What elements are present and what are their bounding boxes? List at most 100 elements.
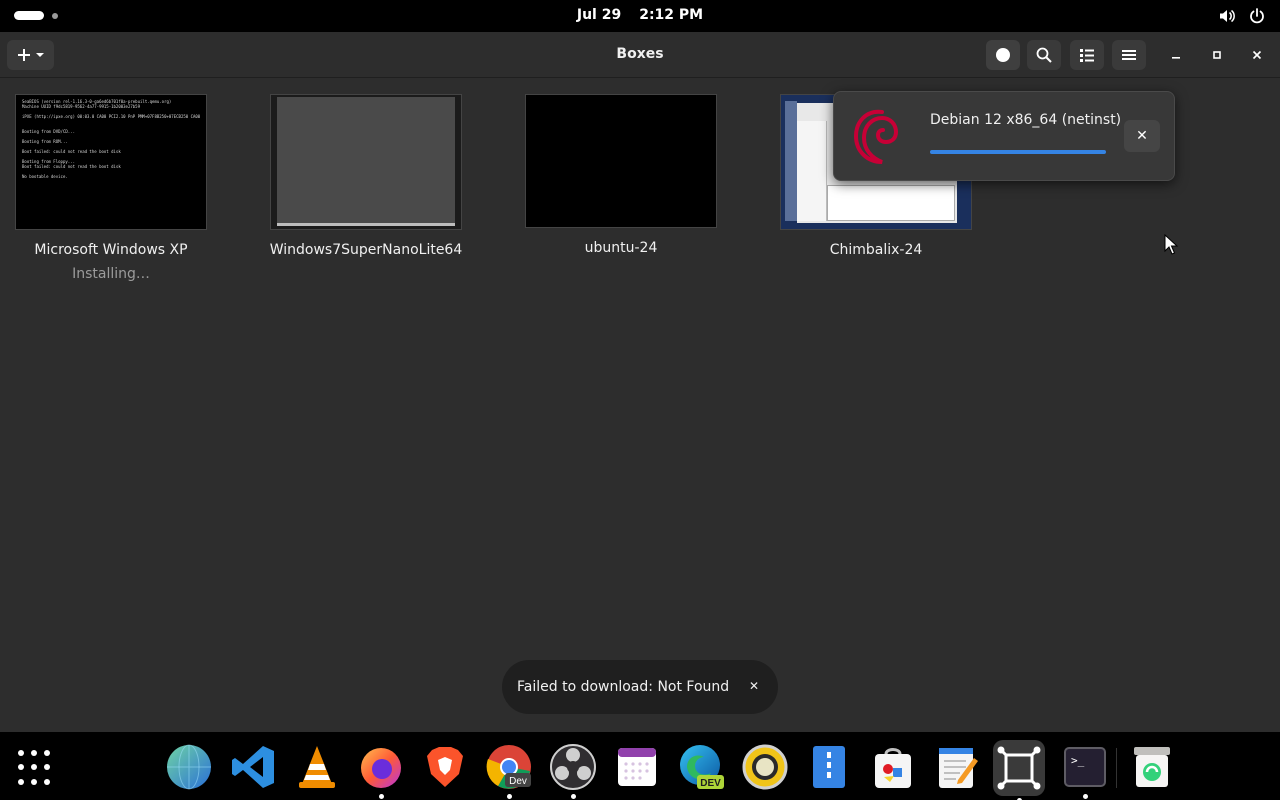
dock-app-edge-dev[interactable]: DEV (675, 742, 727, 792)
firefox-icon (361, 748, 401, 788)
grid-dot (44, 750, 50, 756)
dock-separator (1116, 748, 1117, 788)
minimize-button[interactable] (1166, 45, 1186, 65)
grid-dot (44, 778, 50, 785)
sidebar-preview (797, 121, 827, 221)
box-status: Installing… (72, 266, 150, 282)
box-item[interactable]: Windows7SuperNanoLite64 (269, 94, 463, 258)
console-output: SeaBIOS (version rel-1.16.3-0-ga6ed6b701… (22, 99, 201, 179)
box-thumbnail[interactable]: SeaBIOS (version rel-1.16.3-0-ga6ed6b701… (15, 94, 207, 230)
grid-dot (18, 764, 24, 771)
dock-app-web-browser[interactable] (163, 742, 215, 792)
shopping-bag-icon (875, 748, 911, 788)
chrome-dev-icon: Dev (486, 745, 531, 789)
chrome-dev-badge: Dev (509, 776, 527, 787)
edge-dev-badge: DEV (700, 778, 721, 789)
minimize-icon (1172, 57, 1180, 59)
close-icon (1252, 50, 1262, 60)
main-menu-button[interactable] (1112, 40, 1146, 70)
grid-dot (31, 750, 37, 756)
desktop-preview (785, 101, 797, 221)
dock-app-boxes[interactable] (993, 740, 1045, 800)
dialog-preview (827, 185, 955, 221)
download-progress-fill (930, 150, 1106, 154)
box-name: Chimbalix-24 (829, 242, 923, 258)
power-icon[interactable] (1248, 7, 1266, 25)
boxes-window: Boxes SeaBIOS (version rel-1.16.3-0-ga6e… (0, 32, 1280, 732)
running-indicator (507, 794, 512, 799)
downloads-indicator-icon (996, 48, 1010, 62)
system-tray[interactable] (1218, 7, 1266, 25)
dock-app-vscode[interactable] (227, 742, 279, 792)
running-indicator (571, 794, 576, 799)
dock-app-file-archiver[interactable] (803, 742, 855, 792)
search-icon (1036, 47, 1052, 63)
boxes-icon (997, 746, 1041, 790)
speaker-icon (742, 744, 788, 790)
downloads-popover: Debian 12 x86_64 (netinst) ✕ (833, 91, 1175, 181)
grid-dot (31, 778, 37, 785)
dock-app-trash[interactable] (1126, 742, 1178, 792)
dock-app-terminal[interactable]: >_ (1059, 742, 1111, 799)
running-indicator (379, 794, 384, 799)
error-toast: Failed to download: Not Found ✕ (502, 660, 778, 714)
download-title: Debian 12 x86_64 (netinst) (930, 112, 1122, 128)
box-name: Microsoft Windows XP (34, 242, 188, 258)
archive-icon (813, 746, 845, 788)
terminal-prompt: >_ (1071, 754, 1085, 767)
cancel-download-button[interactable]: ✕ (1124, 120, 1160, 152)
box-name: ubuntu-24 (584, 240, 658, 256)
globe-icon (167, 744, 211, 790)
dock-app-vlc[interactable] (291, 742, 343, 792)
vlc-icon (299, 746, 335, 788)
download-progress-bar (930, 150, 1106, 154)
list-view-icon (1080, 49, 1094, 62)
dock-app-audio-player[interactable] (739, 742, 791, 792)
clock-date: Jul 29 (576, 7, 622, 23)
dock-app-calendar[interactable] (611, 742, 663, 792)
debian-logo-icon (853, 109, 899, 164)
dock-app-chrome-dev[interactable]: Dev (483, 742, 535, 799)
text-editor-icon (939, 748, 978, 788)
brave-icon (427, 747, 463, 787)
box-thumbnail[interactable] (270, 94, 462, 230)
dock-app-obs-studio[interactable] (547, 742, 599, 799)
grid-dot (31, 764, 37, 771)
grid-dot (18, 750, 24, 756)
edge-dev-icon: DEV (680, 745, 724, 789)
dismiss-toast-button[interactable]: ✕ (744, 676, 764, 696)
menu-icon (1122, 50, 1136, 60)
maximize-icon (1213, 51, 1221, 59)
show-apps-button[interactable] (18, 750, 54, 786)
dock-app-text-editor[interactable] (931, 742, 983, 792)
toast-message: Failed to download: Not Found (517, 679, 730, 695)
grid-dot (44, 764, 50, 771)
clock[interactable]: Jul 29 2:12 PM (0, 7, 1280, 23)
view-toggle-button[interactable] (1070, 40, 1104, 70)
mouse-cursor-icon (1164, 234, 1179, 255)
taskbar-preview (277, 223, 455, 226)
downloads-button[interactable] (986, 40, 1020, 70)
clock-time: 2:12 PM (639, 7, 704, 23)
box-item[interactable]: ubuntu-24 (524, 94, 718, 256)
box-item[interactable]: SeaBIOS (version rel-1.16.3-0-ga6ed6b701… (14, 94, 208, 282)
search-button[interactable] (1027, 40, 1061, 70)
running-indicator (1083, 794, 1088, 799)
calendar-icon (618, 748, 656, 786)
desktop-preview (277, 97, 455, 225)
maximize-button[interactable] (1207, 45, 1227, 65)
box-thumbnail[interactable] (525, 94, 717, 228)
header-bar: Boxes (0, 32, 1280, 78)
volume-icon[interactable] (1218, 7, 1236, 25)
obs-icon (550, 744, 596, 790)
vscode-icon (232, 746, 274, 788)
dock: Dev DEV >_ (0, 732, 1280, 800)
close-window-button[interactable] (1247, 45, 1267, 65)
trash-icon (1134, 747, 1170, 787)
dock-app-firefox[interactable] (355, 742, 407, 799)
box-name: Windows7SuperNanoLite64 (269, 242, 463, 258)
dock-app-software-store[interactable] (867, 742, 919, 792)
dock-app-brave[interactable] (419, 742, 471, 792)
terminal-icon: >_ (1064, 747, 1106, 787)
top-bar: Jul 29 2:12 PM (0, 0, 1280, 32)
